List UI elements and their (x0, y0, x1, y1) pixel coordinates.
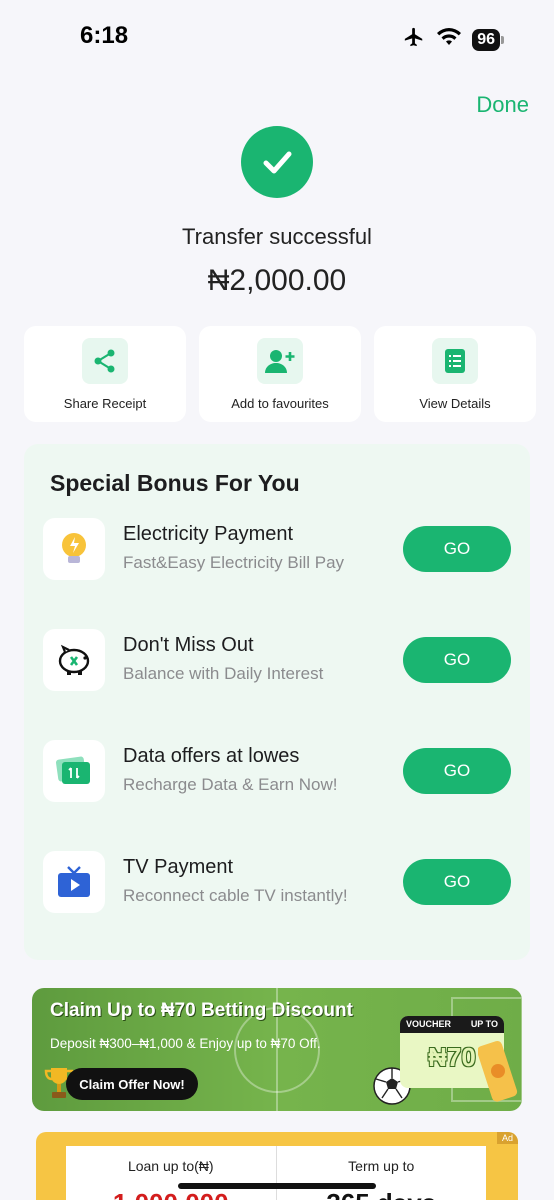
betting-promo-banner[interactable]: Claim Up to ₦70 Betting Discount Deposit… (32, 988, 522, 1111)
status-icons: 96 (402, 26, 504, 53)
data-card-icon (43, 740, 105, 802)
loan-amount-value: 1,000,000 (66, 1188, 276, 1200)
bonus-item-desc: Reconnect cable TV instantly! (123, 886, 348, 905)
go-button-data-offers[interactable]: GO (403, 748, 511, 794)
airplane-icon (402, 26, 426, 53)
bonus-item-electricity: Electricity Payment Fast&Easy Electricit… (24, 518, 530, 580)
lightbulb-icon (43, 518, 105, 580)
document-icon (432, 338, 478, 384)
view-details-label: View Details (419, 396, 491, 411)
home-indicator[interactable] (178, 1183, 376, 1189)
bonus-item-desc: Balance with Daily Interest (123, 664, 324, 683)
add-to-favourites-button[interactable]: Add to favourites (199, 326, 361, 422)
go-button-tv-payment[interactable]: GO (403, 859, 511, 905)
bonus-item-name: Data offers at lowes (123, 745, 300, 767)
add-to-favourites-label: Add to favourites (231, 396, 329, 411)
share-receipt-label: Share Receipt (63, 396, 147, 411)
bonus-item-name: TV Payment (123, 856, 234, 878)
go-button-dont-miss-out[interactable]: GO (403, 637, 511, 683)
go-button-electricity[interactable]: GO (403, 526, 511, 572)
action-cards: Share Receipt Add to favourites View Det… (24, 326, 536, 422)
ticket-icon (477, 1036, 518, 1111)
bonus-item-tv-payment: TV Payment Reconnect cable TV instantly!… (24, 851, 530, 913)
loan-ad-card[interactable]: Ad Loan up to(₦) 1,000,000 Term up to 36… (36, 1132, 518, 1200)
promo-title: Claim Up to ₦70 Betting Discount (50, 1000, 353, 1021)
bonus-item-desc: Recharge Data & Earn Now! (123, 775, 338, 794)
battery-icon: 96 (472, 28, 504, 51)
voucher-label: VOUCHER (406, 1019, 452, 1029)
battery-level: 96 (472, 28, 500, 51)
done-button[interactable]: Done (476, 92, 529, 118)
transfer-amount: ₦2,000.00 (207, 264, 347, 297)
success-check-icon (241, 126, 313, 198)
status-time: 6:18 (80, 22, 129, 49)
piggy-bank-icon (43, 629, 105, 691)
tv-icon (43, 851, 105, 913)
share-receipt-button[interactable]: Share Receipt (24, 326, 186, 422)
bonus-item-desc: Fast&Easy Electricity Bill Pay (123, 553, 345, 572)
claim-offer-button[interactable]: Claim Offer Now! (66, 1068, 198, 1100)
bonus-item-data-offers: Data offers at lowes Recharge Data & Ear… (24, 740, 530, 802)
loan-info: Loan up to(₦) 1,000,000 Term up to 365 d… (66, 1146, 486, 1200)
loan-amount-column: Loan up to(₦) 1,000,000 (66, 1146, 276, 1200)
view-details-button[interactable]: View Details (374, 326, 536, 422)
wifi-icon (436, 27, 462, 52)
transfer-status-title: Transfer successful (182, 224, 372, 249)
bonus-title: Special Bonus For You (50, 470, 300, 496)
ad-badge: Ad (496, 1132, 518, 1144)
share-icon (82, 338, 128, 384)
bonus-item-name: Electricity Payment (123, 523, 294, 545)
voucher-header: VOUCHER UP TO (400, 1016, 504, 1033)
special-bonus-panel: Special Bonus For You Electricity Paymen… (24, 444, 530, 960)
bonus-item-dont-miss-out: Don't Miss Out Balance with Daily Intere… (24, 629, 530, 691)
bonus-item-name: Don't Miss Out (123, 634, 254, 656)
add-user-icon (257, 338, 303, 384)
loan-term-column: Term up to 365 days (275, 1146, 487, 1200)
voucher-upto: UP TO (470, 1019, 498, 1029)
promo-subtitle: Deposit ₦300–₦1,000 & Enjoy up to ₦70 Of… (50, 1036, 321, 1051)
status-bar: 6:18 96 (0, 0, 554, 76)
loan-term-value: 365 days (277, 1188, 487, 1200)
loan-term-label: Term up to (348, 1158, 415, 1174)
loan-amount-label: Loan up to(₦) (127, 1158, 214, 1174)
